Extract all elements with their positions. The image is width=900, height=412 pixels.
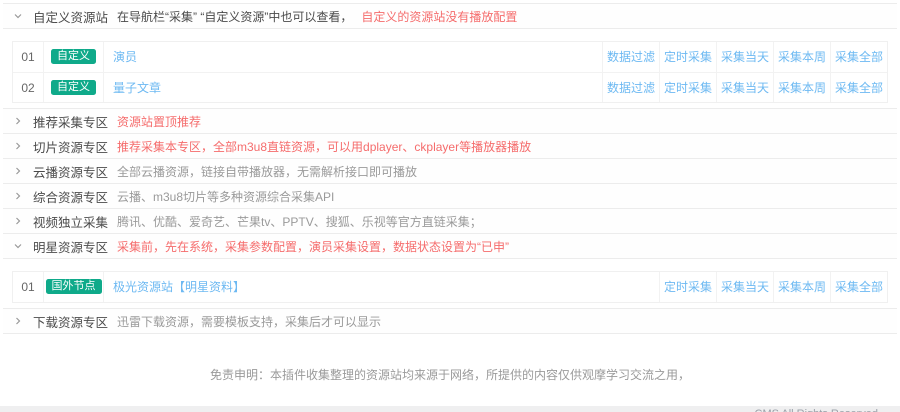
- resource-name-link[interactable]: 量子文章: [113, 81, 161, 95]
- action-link-cell: 采集当天: [716, 272, 773, 302]
- chevron-right-icon: [13, 316, 27, 326]
- action-link-cell: 数据过滤: [602, 42, 659, 72]
- action-link[interactable]: 定时采集: [664, 280, 712, 294]
- action-link-cell: 采集本周: [773, 42, 830, 72]
- action-link[interactable]: 采集本周: [778, 280, 826, 294]
- section-slice: 切片资源专区推荐采集本专区，全部m3u8直链资源，可以用dplayer、ckpl…: [3, 134, 897, 159]
- section-title: 自定义资源站: [33, 7, 108, 26]
- action-link-cell: 定时采集: [659, 272, 716, 302]
- section-desc: 推荐采集本专区，全部m3u8直链资源，可以用dplayer、ckplayer等播…: [117, 138, 531, 155]
- section-title: 下载资源专区: [33, 312, 108, 331]
- name-cell: 量子文章: [104, 73, 602, 102]
- action-link[interactable]: 采集当天: [721, 50, 769, 64]
- chevron-right-icon: [13, 166, 27, 176]
- section-desc: 云播、m3u8切片等多种资源综合采集API: [117, 188, 334, 205]
- section-content-custom: 01自定义演员数据过滤定时采集采集当天采集本周采集全部02自定义量子文章数据过滤…: [3, 29, 897, 109]
- table-row: 01 自定义 演员 数据过滤定时采集采集当天采集本周采集全部: [13, 42, 887, 72]
- action-link[interactable]: 采集本周: [778, 81, 826, 95]
- section-composite: 综合资源专区云播、m3u8切片等多种资源综合采集API: [3, 184, 897, 209]
- section-download: 下载资源专区迅雷下载资源，需要模板支持，采集后才可以显示: [3, 309, 897, 334]
- action-link-cell: 数据过滤: [602, 73, 659, 102]
- chevron-down-icon: [13, 11, 27, 21]
- section-star: 明星资源专区采集前，先在系统，采集参数配置，演员采集设置，数据状态设置为“已申”…: [3, 234, 897, 309]
- action-link[interactable]: 定时采集: [664, 81, 712, 95]
- section-desc: 自定义的资源站没有播放配置: [361, 8, 517, 25]
- action-link-cell: 采集当天: [716, 42, 773, 72]
- section-desc: 全部云播资源，链接自带播放器，无需解析接口即可播放: [117, 163, 417, 180]
- table-row: 01国外节点极光资源站【明星资料】 定时采集采集当天采集本周采集全部: [13, 272, 887, 302]
- section-header-star[interactable]: 明星资源专区采集前，先在系统，采集参数配置，演员采集设置，数据状态设置为“已申”: [3, 234, 897, 259]
- name-cell: 极光资源站【明星资料】: [104, 272, 659, 302]
- badge-cell: 国外节点: [44, 272, 104, 302]
- row-index: 01: [13, 272, 44, 302]
- chevron-right-icon: [13, 141, 27, 151]
- section-recommend: 推荐采集专区资源站置顶推荐: [3, 109, 897, 134]
- name-cell: 演员: [104, 42, 602, 72]
- section-title: 明星资源专区: [33, 237, 108, 256]
- chevron-right-icon: [13, 216, 27, 226]
- section-title: 云播资源专区: [33, 162, 108, 181]
- action-link-cell: 采集全部: [830, 272, 887, 302]
- footer-bar: CMS All Rights Reserved: [0, 406, 900, 412]
- row-index: 01: [13, 42, 44, 72]
- section-header-recommend[interactable]: 推荐采集专区资源站置顶推荐: [3, 109, 897, 134]
- resource-table: 01国外节点极光资源站【明星资料】 定时采集采集当天采集本周采集全部: [12, 271, 888, 303]
- type-badge: 自定义: [51, 80, 96, 95]
- resource-name-link[interactable]: 演员: [113, 50, 137, 64]
- section-header-composite[interactable]: 综合资源专区云播、m3u8切片等多种资源综合采集API: [3, 184, 897, 209]
- badge-cell: 自定义: [44, 42, 104, 72]
- section-header-slice[interactable]: 切片资源专区推荐采集本专区，全部m3u8直链资源，可以用dplayer、ckpl…: [3, 134, 897, 159]
- type-badge: 自定义: [51, 49, 96, 64]
- section-cloud: 云播资源专区全部云播资源，链接自带播放器，无需解析接口即可播放: [3, 159, 897, 184]
- section-header-cloud[interactable]: 云播资源专区全部云播资源，链接自带播放器，无需解析接口即可播放: [3, 159, 897, 184]
- copyright-text: CMS All Rights Reserved: [0, 408, 900, 412]
- table-row: 02 自定义 量子文章 数据过滤定时采集采集当天采集本周采集全部: [13, 72, 887, 102]
- section-title: 综合资源专区: [33, 187, 108, 206]
- section-desc: 资源站置顶推荐: [117, 113, 201, 130]
- chevron-right-icon: [13, 116, 27, 126]
- resource-collapse-list: 自定义资源站在导航栏“采集” “自定义资源”中也可以查看， 自定义的资源站没有播放…: [3, 3, 897, 334]
- section-video: 视频独立采集腾讯、优酷、爱奇艺、芒果tv、PPTV、搜狐、乐视等官方直链采集；: [3, 209, 897, 234]
- section-desc: 迅雷下载资源，需要模板支持，采集后才可以显示: [117, 313, 381, 330]
- action-link-cell: 定时采集: [659, 42, 716, 72]
- action-link[interactable]: 数据过滤: [607, 81, 655, 95]
- action-link-cell: 采集本周: [773, 73, 830, 102]
- action-link-cell: 定时采集: [659, 73, 716, 102]
- chevron-down-icon: [13, 241, 27, 251]
- action-link[interactable]: 采集全部: [835, 280, 883, 294]
- section-title: 推荐采集专区: [33, 112, 108, 131]
- action-link[interactable]: 数据过滤: [607, 50, 655, 64]
- type-badge: 国外节点: [46, 279, 102, 294]
- section-header-download[interactable]: 下载资源专区迅雷下载资源，需要模板支持，采集后才可以显示: [3, 309, 897, 334]
- section-header-video[interactable]: 视频独立采集腾讯、优酷、爱奇艺、芒果tv、PPTV、搜狐、乐视等官方直链采集；: [3, 209, 897, 234]
- section-desc: 采集前，先在系统，采集参数配置，演员采集设置，数据状态设置为“已申”: [117, 238, 509, 255]
- chevron-right-icon: [13, 191, 27, 201]
- resource-table: 01自定义演员数据过滤定时采集采集当天采集本周采集全部02自定义量子文章数据过滤…: [12, 41, 888, 103]
- resource-name-link[interactable]: 极光资源站【明星资料】: [113, 280, 245, 294]
- action-link[interactable]: 采集全部: [835, 50, 883, 64]
- badge-cell: 自定义: [44, 73, 104, 102]
- section-desc: 在导航栏“采集” “自定义资源”中也可以查看，: [117, 8, 352, 25]
- action-link[interactable]: 采集本周: [778, 50, 826, 64]
- action-link[interactable]: 采集当天: [721, 280, 769, 294]
- row-index: 02: [13, 73, 44, 102]
- action-link-cell: 采集本周: [773, 272, 830, 302]
- section-title: 视频独立采集: [33, 212, 108, 231]
- section-content-star: 01国外节点极光资源站【明星资料】 定时采集采集当天采集本周采集全部: [3, 259, 897, 309]
- action-link-cell: 采集当天: [716, 73, 773, 102]
- action-link-cell: 采集全部: [830, 73, 887, 102]
- section-custom: 自定义资源站在导航栏“采集” “自定义资源”中也可以查看， 自定义的资源站没有播放…: [3, 4, 897, 109]
- action-link[interactable]: 定时采集: [664, 50, 712, 64]
- section-header-custom[interactable]: 自定义资源站在导航栏“采集” “自定义资源”中也可以查看， 自定义的资源站没有播放…: [3, 4, 897, 29]
- section-title: 切片资源专区: [33, 137, 108, 156]
- action-link[interactable]: 采集全部: [835, 81, 883, 95]
- action-link-cell: 采集全部: [830, 42, 887, 72]
- action-link[interactable]: 采集当天: [721, 81, 769, 95]
- section-desc: 腾讯、优酷、爱奇艺、芒果tv、PPTV、搜狐、乐视等官方直链采集；: [117, 213, 482, 230]
- disclaimer-text: 免责申明：本插件收集整理的资源站均来源于网络，所提供的内容仅供观摩学习交流之用，: [0, 366, 900, 383]
